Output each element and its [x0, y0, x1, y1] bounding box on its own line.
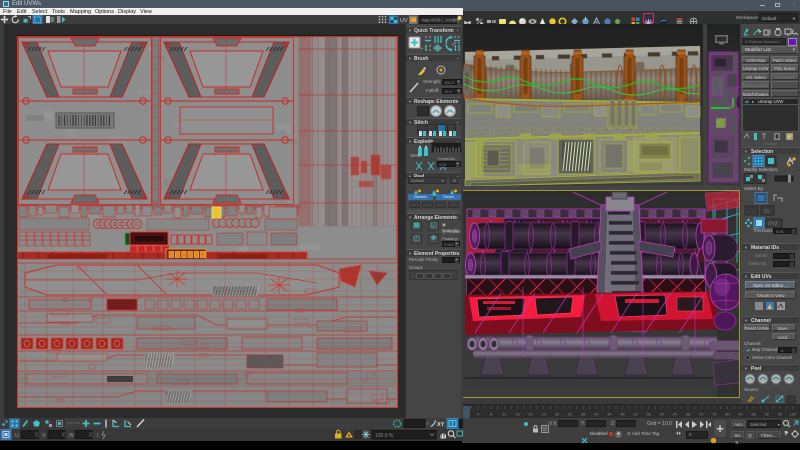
svg-text:80: 80	[725, 412, 730, 417]
svg-text:52: 52	[633, 412, 638, 417]
svg-text:12: 12	[502, 412, 507, 417]
svg-text:96: 96	[778, 412, 783, 417]
svg-text:W:: W:	[69, 433, 75, 439]
svg-text:44: 44	[607, 412, 612, 417]
svg-text:IG: IG	[764, 209, 769, 215]
svg-text:72: 72	[699, 412, 704, 417]
svg-text:84: 84	[738, 412, 743, 417]
svg-text:36: 36	[581, 412, 586, 417]
svg-text:60: 60	[660, 412, 665, 417]
svg-text:48: 48	[620, 412, 625, 417]
svg-text:XY: XY	[437, 422, 445, 428]
svg-text:20: 20	[528, 412, 533, 417]
svg-text:28: 28	[555, 412, 560, 417]
svg-text:76: 76	[712, 412, 717, 417]
svg-text:V:: V:	[42, 433, 47, 439]
svg-text:40: 40	[594, 412, 599, 417]
svg-text:L: L	[97, 433, 100, 439]
svg-text:U:: U:	[15, 433, 20, 439]
svg-text:32: 32	[568, 412, 573, 417]
svg-text:100: 100	[790, 412, 797, 417]
svg-text:56: 56	[646, 412, 651, 417]
svg-text:64: 64	[673, 412, 678, 417]
svg-text:16: 16	[515, 412, 520, 417]
svg-text:68: 68	[686, 412, 691, 417]
svg-text:92: 92	[765, 412, 770, 417]
svg-text:24: 24	[541, 412, 546, 417]
svg-text:88: 88	[751, 412, 756, 417]
svg-text:100.0 %: 100.0 %	[375, 433, 394, 439]
